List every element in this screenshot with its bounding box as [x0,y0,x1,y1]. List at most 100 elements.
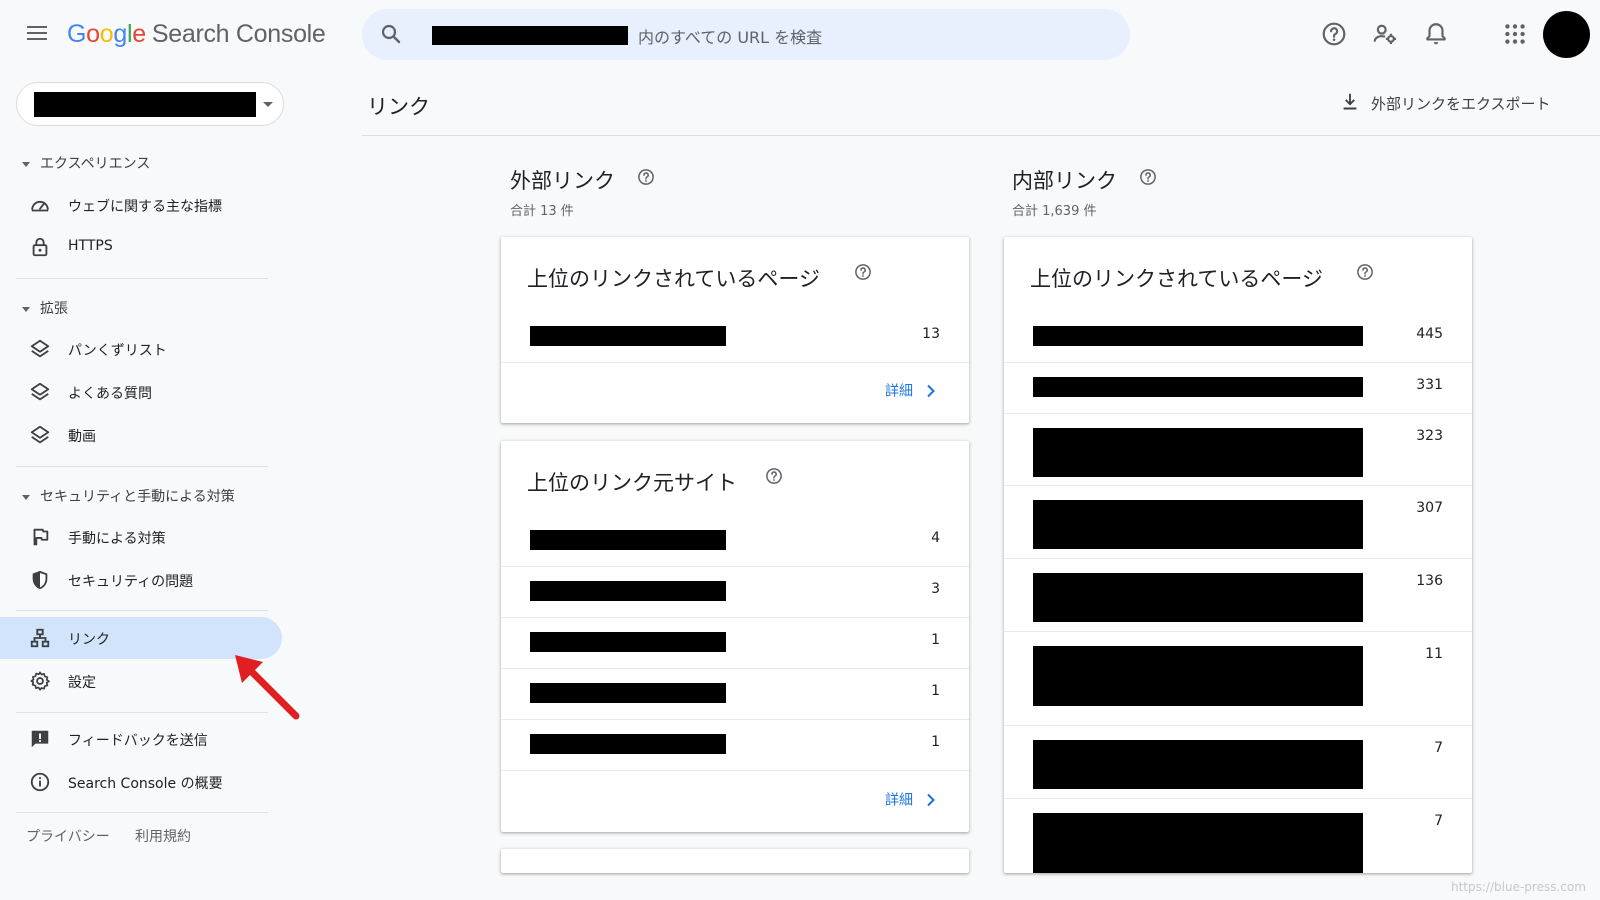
account-settings-icon[interactable] [1372,21,1398,47]
card-partial [501,849,969,873]
table-row[interactable]: 7 [1004,799,1472,873]
search-icon[interactable] [379,22,403,46]
section-experience[interactable]: エクスペリエンス [22,153,150,173]
table-row[interactable]: 323 [1004,414,1472,486]
sidebar-divider [16,712,268,713]
layers-icon [30,425,50,444]
table-row[interactable]: 445 [1004,312,1472,363]
sidebar-divider [16,466,268,467]
sitemap-links-icon [30,628,50,648]
section-enhancements[interactable]: 拡張 [22,298,68,318]
help-icon[interactable] [854,263,872,281]
collapse-triangle-icon [22,494,30,500]
card-title: 上位のリンク元サイト [527,471,737,495]
account-avatar[interactable] [1543,11,1590,58]
help-icon[interactable] [1139,168,1157,186]
details-link[interactable]: 詳細 [885,380,937,404]
redacted-url [1033,428,1363,477]
redacted-property-url [432,26,628,45]
annotation-arrow-icon [235,655,300,720]
help-icon[interactable] [1321,21,1347,47]
redacted-site [530,734,726,754]
help-icon[interactable] [765,467,783,485]
redacted-url [1033,646,1363,706]
card-title: 上位のリンクされているページ [1030,267,1323,291]
notifications-icon[interactable] [1423,21,1449,47]
redacted-url [1033,573,1363,622]
redacted-url [530,326,726,346]
internal-links-total: 合計 1,639 件 [1012,204,1097,219]
chevron-right-icon [927,793,935,806]
external-links-title: 外部リンク [510,169,615,193]
collapse-triangle-icon [22,306,30,312]
page-title: リンク [367,95,430,119]
url-inspection-search[interactable]: 内のすべての URL を検査 [362,9,1130,60]
terms-link[interactable]: 利用規約 [135,826,191,846]
details-link[interactable]: 詳細 [885,789,937,813]
redacted-url [1033,377,1363,397]
sidebar-divider [16,278,268,279]
sidebar-item-core-web-vitals[interactable]: ウェブに関する主な指標 [0,184,282,226]
redacted-site [530,581,726,601]
redacted-property-name [34,92,256,117]
watermark: https://blue-press.com [1451,880,1586,894]
table-row[interactable]: 4 [501,516,969,567]
sidebar-item-https[interactable]: HTTPS [0,226,282,268]
sidebar-item-faq[interactable]: よくある質問 [0,371,282,413]
section-security-manual-actions[interactable]: セキュリティと手動による対策 [22,486,235,506]
feedback-icon [31,730,49,748]
card-top-linking-sites: 上位のリンク元サイト 4 3 1 1 1 詳細 [501,441,969,832]
chevron-right-icon [927,384,935,397]
redacted-url [1033,500,1363,549]
collapse-triangle-icon [22,161,30,167]
apps-icon[interactable] [1502,21,1528,47]
header-divider [362,135,1600,136]
help-icon[interactable] [1356,263,1374,281]
internal-links-title: 内部リンク [1012,169,1117,193]
sidebar-divider [16,610,268,611]
redacted-url [1033,740,1363,789]
info-icon [30,772,50,792]
sidebar-divider [16,812,268,813]
external-links-total: 合計 13 件 [510,204,574,219]
shield-icon [32,570,48,590]
layers-icon [30,382,50,401]
table-row[interactable]: 1 [501,669,969,720]
table-row[interactable]: 331 [1004,363,1472,414]
card-title: 上位のリンクされているページ [527,267,820,291]
sidebar-item-security-issues[interactable]: セキュリティの問題 [0,559,282,601]
redacted-site [530,632,726,652]
table-row[interactable]: 11 [1004,632,1472,726]
help-icon[interactable] [637,168,655,186]
property-selector[interactable] [16,82,284,126]
gear-icon [30,671,50,691]
sidebar-item-manual-actions[interactable]: 手動による対策 [0,516,282,558]
search-console-logo[interactable]: Google Search Console [67,20,326,49]
redacted-site [530,683,726,703]
flag-icon [33,528,49,546]
download-icon [1343,93,1357,110]
table-row[interactable]: 307 [1004,486,1472,559]
redacted-url [1033,813,1363,873]
speedometer-icon [31,200,49,212]
table-row[interactable]: 7 [1004,726,1472,799]
sidebar-item-about[interactable]: Search Console の概要 [0,761,282,803]
lock-icon [32,237,48,257]
redacted-url [1033,326,1363,346]
dropdown-caret-icon [263,102,273,107]
privacy-link[interactable]: プライバシー [26,826,110,846]
table-row[interactable]: 13 [501,312,969,363]
sidebar-item-breadcrumbs[interactable]: パンくずリスト [0,328,282,370]
table-row[interactable]: 1 [501,618,969,669]
sidebar-item-feedback[interactable]: フィードバックを送信 [0,718,282,760]
table-row[interactable]: 1 [501,720,969,771]
redacted-site [530,530,726,550]
layers-icon [30,339,50,358]
card-top-linked-pages-internal: 上位のリンクされているページ 445 331 323 307 136 11 7 … [1004,237,1472,873]
search-placeholder[interactable]: 内のすべての URL を検査 [638,24,822,48]
main-menu-icon[interactable] [24,22,52,46]
card-top-linked-pages-external: 上位のリンクされているページ 13 詳細 [501,237,969,423]
sidebar-item-video[interactable]: 動画 [0,414,282,456]
table-row[interactable]: 136 [1004,559,1472,632]
table-row[interactable]: 3 [501,567,969,618]
